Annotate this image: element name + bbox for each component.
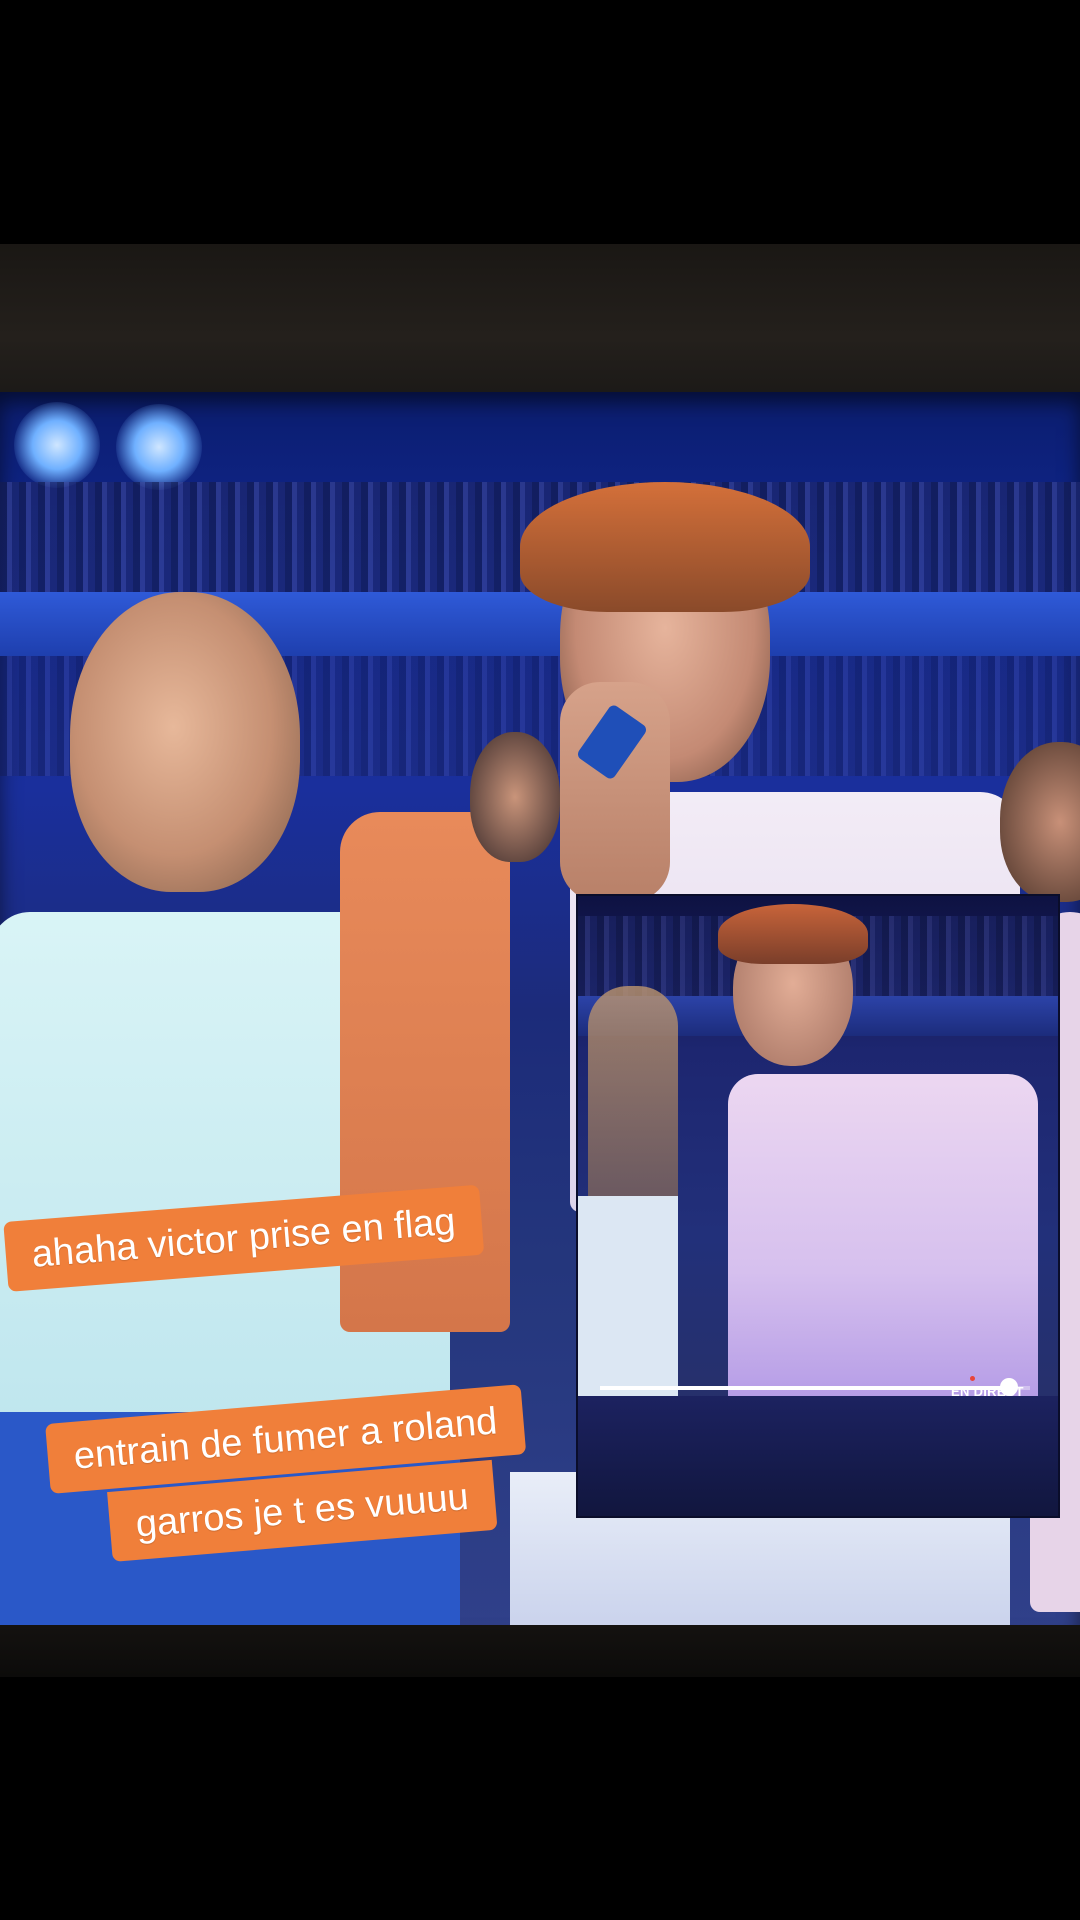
tv-bezel-bottom bbox=[0, 1625, 1080, 1677]
video-progress-fill bbox=[600, 1386, 1009, 1390]
stadium-light bbox=[116, 404, 202, 490]
live-label: EN DIRECT bbox=[951, 1384, 1024, 1399]
inset-man-shirt bbox=[728, 1074, 1038, 1404]
photo-frame: EN DIRECT ahaha victor prise en flag ent… bbox=[0, 0, 1080, 1920]
inset-lower-shadow bbox=[578, 1396, 1058, 1516]
stadium-light bbox=[14, 402, 100, 488]
inset-man-hair bbox=[718, 904, 868, 964]
inset-video-picture: EN DIRECT bbox=[576, 894, 1060, 1518]
live-indicator-dot bbox=[970, 1376, 975, 1381]
inset-woman-shirt bbox=[578, 1196, 678, 1416]
room-wall-above-tv bbox=[0, 244, 1080, 400]
